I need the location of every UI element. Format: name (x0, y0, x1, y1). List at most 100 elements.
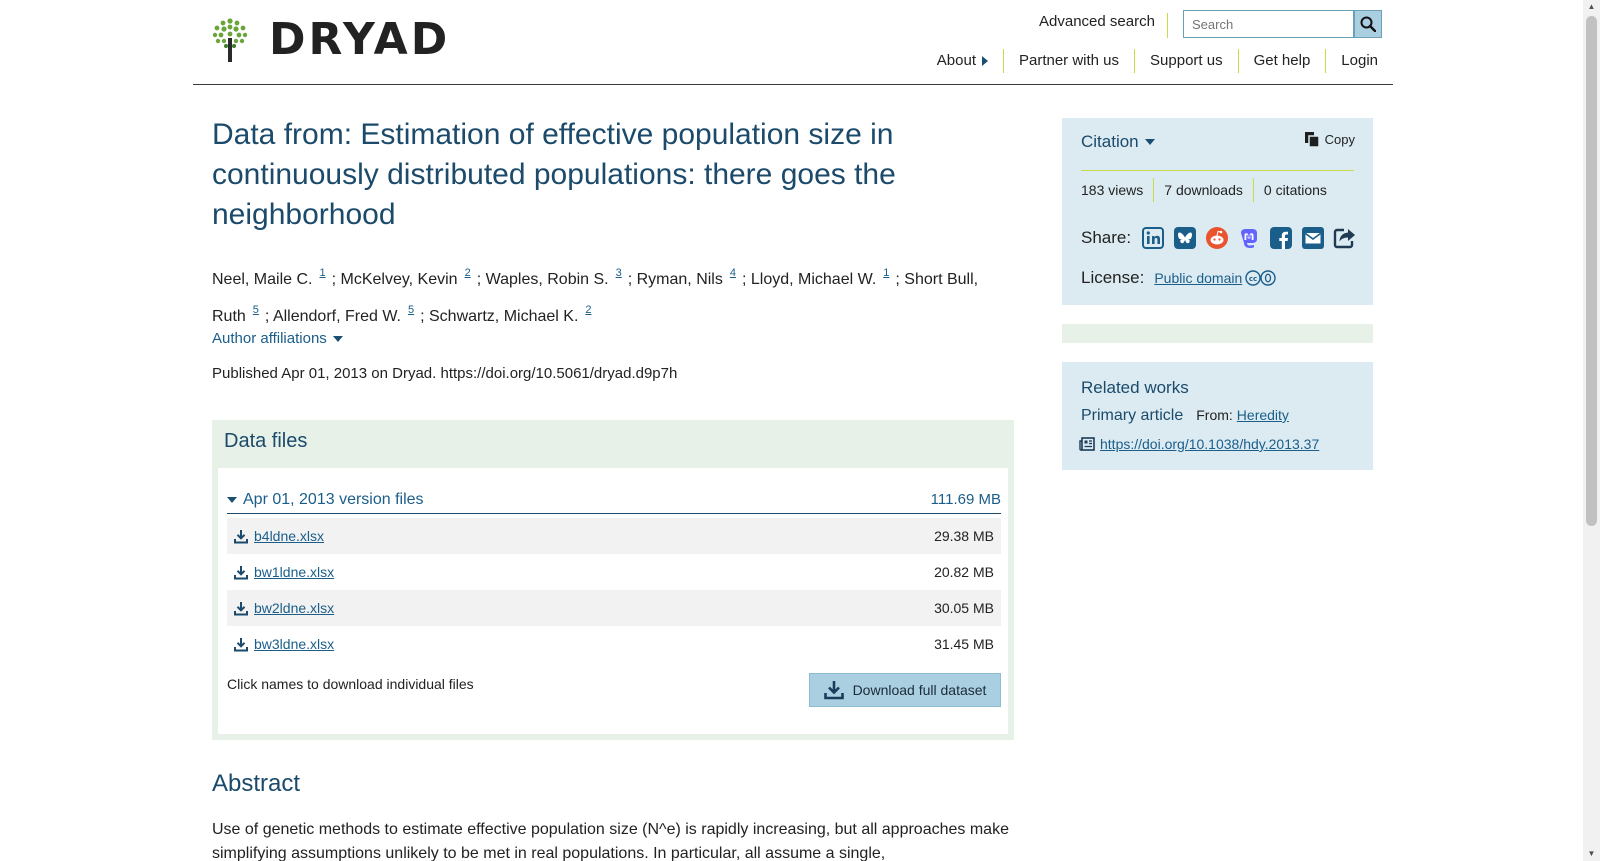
related-doi-row: https://doi.org/10.1038/hdy.2013.37 (1079, 436, 1319, 452)
page: DRYAD Advanced search About Partner with… (0, 0, 1583, 861)
download-icon (234, 637, 248, 651)
caret-right-icon (981, 56, 988, 66)
author-affiliation-ref[interactable]: 5 (408, 304, 414, 316)
related-works-panel: Related works Primary article From: Here… (1062, 362, 1373, 470)
file-download-link[interactable]: bw1ldne.xlsx (234, 564, 334, 580)
author-name: Schwartz, Michael K. (429, 308, 579, 325)
file-download-link[interactable]: bw3ldne.xlsx (234, 636, 334, 652)
nav-help[interactable]: Get help (1239, 48, 1326, 74)
abstract-text: Use of genetic methods to estimate effec… (212, 821, 1009, 861)
email-icon[interactable] (1301, 226, 1325, 250)
file-download-link[interactable]: bw2ldne.xlsx (234, 600, 334, 616)
header-separator (1167, 13, 1168, 38)
author-affiliation-ref[interactable]: 2 (585, 304, 591, 316)
author-name: Lloyd, Michael W. (750, 271, 877, 288)
citation-label: Citation (1081, 132, 1139, 151)
author-affiliation-ref[interactable]: 2 (465, 267, 471, 279)
nav-login[interactable]: Login (1326, 48, 1393, 74)
download-note: Click names to download individual files (227, 676, 474, 692)
advanced-search-link[interactable]: Advanced search (1039, 13, 1155, 30)
file-row: b4ldne.xlsx 29.38 MB (227, 518, 1001, 554)
primary-article-row: Primary article From: Heredity (1081, 407, 1289, 425)
license-link[interactable]: Public domain (1154, 270, 1242, 286)
download-icon (234, 565, 248, 579)
file-download-link[interactable]: b4ldne.xlsx (234, 528, 324, 544)
from-label: From: (1196, 407, 1233, 423)
related-works-heading: Related works (1081, 378, 1189, 397)
downloads-count: 7 downloads (1164, 182, 1243, 198)
share-icon[interactable] (1333, 226, 1357, 250)
author-affiliation-ref[interactable]: 3 (616, 267, 622, 279)
version-toggle[interactable]: Apr 01, 2013 version files 111.69 MB (227, 486, 1001, 514)
linkedin-icon[interactable] (1141, 226, 1165, 250)
search-input[interactable] (1183, 10, 1354, 38)
scrollbar-thumb[interactable] (1586, 16, 1597, 526)
site-header: DRYAD Advanced search About Partner with… (193, 0, 1393, 85)
share-label: Share: (1081, 228, 1132, 247)
page-title: Data from: Estimation of effective popul… (212, 118, 896, 231)
sidebar-spacer (1062, 324, 1373, 343)
journal-link[interactable]: Heredity (1237, 407, 1289, 423)
bluesky-icon[interactable] (1173, 226, 1197, 250)
copy-icon (1304, 132, 1320, 148)
primary-article-label: Primary article (1081, 407, 1184, 424)
caret-down-icon (332, 335, 343, 342)
logo-text: DRYAD (269, 14, 451, 65)
author-affiliations-toggle[interactable]: Author affiliations (212, 330, 343, 347)
download-icon (823, 681, 844, 700)
copy-label: Copy (1324, 132, 1355, 147)
tree-logo-icon (212, 18, 248, 62)
file-size: 30.05 MB (934, 600, 994, 616)
abstract-heading: Abstract (212, 770, 301, 797)
author-affiliation-ref[interactable]: 1 (319, 267, 325, 279)
file-name: b4ldne.xlsx (254, 528, 325, 544)
scroll-down-icon[interactable]: ▼ (1583, 847, 1600, 861)
citation-toggle[interactable]: Citation (1081, 132, 1155, 152)
version-label-text: Apr 01, 2013 version files (243, 490, 424, 508)
data-files-heading: Data files (224, 430, 308, 452)
file-name: bw2ldne.xlsx (254, 600, 335, 616)
citations-count: 0 citations (1263, 182, 1327, 198)
citation-panel: Citation Copy 183 views 7 downloads 0 ci… (1062, 118, 1373, 305)
author-affiliation-ref[interactable]: 1 (883, 267, 889, 279)
reddit-icon[interactable] (1205, 226, 1229, 250)
author-list: Neel, Maile C. 1; McKelvey, Kevin 2; Waple… (212, 267, 979, 325)
nav-partner[interactable]: Partner with us (1004, 48, 1134, 74)
author-affiliation-ref[interactable]: 5 (253, 304, 259, 316)
version-label: Apr 01, 2013 version files (227, 491, 424, 509)
file-size: 29.38 MB (934, 528, 994, 544)
download-full-dataset-button[interactable]: Download full dataset (809, 673, 1001, 707)
nav-about[interactable]: About (922, 48, 1003, 74)
mastodon-icon[interactable] (1237, 226, 1261, 250)
file-size: 31.45 MB (934, 636, 994, 652)
share-row: Share: (1081, 224, 1361, 252)
copy-citation-button[interactable]: Copy (1304, 131, 1355, 148)
related-doi-link[interactable]: https://doi.org/10.1038/hdy.2013.37 (1100, 436, 1319, 452)
author-name: Ryman, Nils (636, 271, 723, 288)
cc-zero-icon: cc (1245, 270, 1277, 286)
author-affiliations-label: Author affiliations (212, 330, 327, 347)
vertical-scrollbar[interactable]: ▲ ▼ (1583, 0, 1600, 861)
caret-down-icon (227, 496, 237, 503)
download-full-dataset-label: Download full dataset (852, 682, 987, 698)
dryad-logo[interactable]: DRYAD (212, 17, 472, 63)
file-name: bw1ldne.xlsx (254, 564, 335, 580)
file-row: bw1ldne.xlsx 20.82 MB (227, 554, 1001, 590)
file-row: bw3ldne.xlsx 31.45 MB (227, 626, 1001, 662)
license-row: License: Public domain cc (1081, 268, 1277, 288)
views-count: 183 views (1081, 182, 1144, 198)
author-name: Neel, Maile C. (212, 271, 313, 288)
facebook-icon[interactable] (1269, 226, 1293, 250)
nav-support[interactable]: Support us (1135, 48, 1238, 74)
file-size: 20.82 MB (934, 564, 994, 580)
author-affiliation-ref[interactable]: 4 (730, 267, 736, 279)
search-button[interactable] (1354, 10, 1382, 38)
download-icon (234, 601, 248, 615)
main-nav: About Partner with us Support us Get hel… (922, 48, 1393, 74)
publication-info: Published Apr 01, 2013 on Dryad. https:/… (212, 365, 678, 382)
scroll-up-icon[interactable]: ▲ (1583, 0, 1600, 14)
search-icon (1360, 16, 1376, 32)
citation-divider (1081, 170, 1354, 171)
version-size: 111.69 MB (930, 491, 1001, 508)
file-name: bw3ldne.xlsx (254, 636, 335, 652)
